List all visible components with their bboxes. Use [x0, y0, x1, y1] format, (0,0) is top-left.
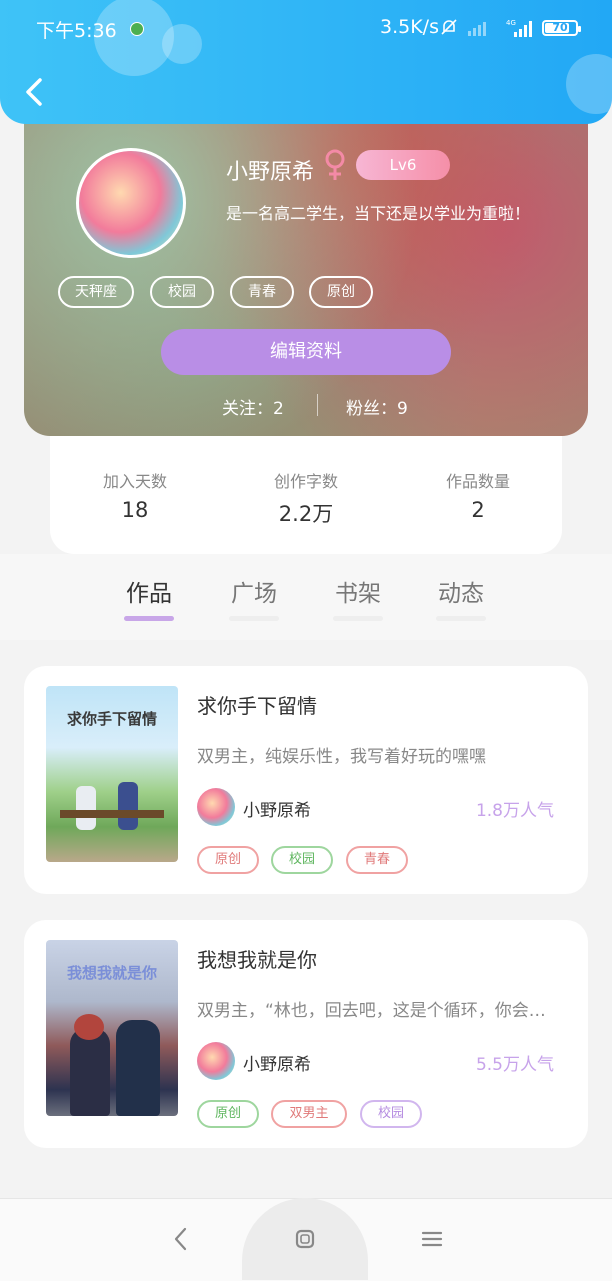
nav-home-icon[interactable]	[290, 1224, 320, 1254]
profile-tag[interactable]: 青春	[230, 276, 294, 308]
stat-label: 作品数量	[445, 472, 510, 491]
work-cover-image[interactable]: 我想我就是你	[46, 940, 178, 1116]
follow-stats: 关注：2 粉丝：9	[24, 390, 588, 420]
work-tag[interactable]: 校园	[360, 1100, 422, 1128]
work-title: 求你手下留情	[197, 694, 317, 718]
cover-title: 求你手下留情	[66, 710, 157, 728]
edit-profile-button[interactable]: 编辑资料	[161, 329, 451, 375]
status-bar: 下午5:36 3.5K/s 4G 70	[0, 14, 612, 44]
work-description: 双男主，纯娱乐性，我写着好玩的嘿嘿	[197, 747, 486, 767]
following-count[interactable]: 关注：2	[222, 394, 284, 419]
work-tag[interactable]: 双男主	[271, 1100, 347, 1128]
stat-value: 2	[471, 498, 485, 522]
work-title: 我想我就是你	[197, 948, 317, 972]
top-header: 下午5:36 3.5K/s 4G 70	[0, 0, 612, 124]
stat-value: 18	[121, 498, 149, 522]
signal-4g-label: 4G	[506, 19, 516, 27]
network-speed: 3.5K/s	[380, 16, 439, 38]
stat-value: 2.2万	[278, 502, 334, 526]
author-name: 小野原希	[243, 1055, 311, 1075]
work-card[interactable]: 我想我就是你 我想我就是你 双男主，“林也，回去吧，这是个循环，你会… 小野原希…	[24, 920, 588, 1148]
tab-works[interactable]: 作品	[109, 574, 189, 621]
profile-tag[interactable]: 天秤座	[58, 276, 134, 308]
divider	[317, 394, 318, 416]
mute-bell-icon	[441, 19, 457, 35]
battery-icon: 70	[542, 20, 581, 36]
stat-label: 加入天数	[102, 472, 167, 491]
work-cover-image[interactable]: 求你手下留情	[46, 686, 178, 862]
nav-back-icon[interactable]	[166, 1224, 196, 1254]
battery-level: 70	[552, 21, 568, 34]
stat-label: 创作字数	[273, 472, 338, 491]
status-time: 下午5:36	[36, 20, 117, 42]
stats-card: 加入天数 18 创作字数 2.2万 作品数量 2	[50, 420, 562, 554]
tab-underline	[124, 616, 174, 621]
work-tag[interactable]: 原创	[197, 1100, 259, 1128]
stat-works-count: 作品数量 2	[393, 468, 563, 522]
level-badge: Lv6	[356, 150, 450, 180]
signal-4g-icon: 4G	[506, 19, 532, 37]
tab-label: 广场	[231, 581, 277, 607]
work-card[interactable]: 求你手下留情 求你手下留情 双男主，纯娱乐性，我写着好玩的嘿嘿 小野原希 1.8…	[24, 666, 588, 894]
tab-bookshelf[interactable]: 书架	[318, 574, 398, 621]
stat-join-days: 加入天数 18	[50, 468, 220, 522]
tab-label: 书架	[335, 581, 381, 607]
tab-underline	[333, 616, 383, 621]
cover-figure	[70, 1028, 110, 1116]
tab-label: 动态	[438, 581, 484, 607]
work-popularity: 5.5万人气	[475, 1055, 554, 1075]
cover-hair	[74, 1014, 104, 1040]
cover-figure	[76, 786, 96, 830]
tab-underline	[229, 616, 279, 621]
work-description: 双男主，“林也，回去吧，这是个循环，你会…	[197, 1001, 546, 1021]
cover-title: 我想我就是你	[66, 964, 157, 982]
work-popularity: 1.8万人气	[475, 801, 554, 821]
signal-icon	[468, 22, 486, 36]
followers-count[interactable]: 粉丝：9	[346, 394, 408, 419]
tab-plaza[interactable]: 广场	[214, 574, 294, 621]
stat-word-count: 创作字数 2.2万	[221, 468, 391, 528]
user-bio: 是一名高二学生，当下还是以学业为重啦！	[226, 204, 531, 223]
tab-underline	[436, 616, 486, 621]
cover-bench	[60, 810, 164, 818]
notification-dot-icon	[130, 22, 144, 36]
decor-bubble	[566, 54, 612, 114]
tab-label: 作品	[126, 581, 172, 607]
author-name: 小野原希	[243, 801, 311, 821]
profile-tag[interactable]: 校园	[150, 276, 214, 308]
nav-menu-icon[interactable]	[417, 1224, 447, 1254]
author-avatar	[197, 788, 235, 826]
cover-figure	[118, 782, 138, 830]
work-tag[interactable]: 校园	[271, 846, 333, 874]
author-avatar	[197, 1042, 235, 1080]
back-arrow-icon[interactable]	[22, 76, 46, 108]
cover-figure	[116, 1020, 160, 1116]
username: 小野原希	[226, 160, 315, 185]
profile-card: 小野原希 Lv6 是一名高二学生，当下还是以学业为重啦！ 天秤座 校园 青春 原…	[24, 90, 588, 436]
female-gender-icon	[325, 149, 345, 180]
tab-bar: 作品 广场 书架 动态	[0, 554, 612, 640]
tab-activity[interactable]: 动态	[421, 574, 501, 621]
profile-tag[interactable]: 原创	[309, 276, 373, 308]
avatar[interactable]	[76, 148, 186, 258]
work-tag[interactable]: 原创	[197, 846, 259, 874]
work-tag[interactable]: 青春	[346, 846, 408, 874]
